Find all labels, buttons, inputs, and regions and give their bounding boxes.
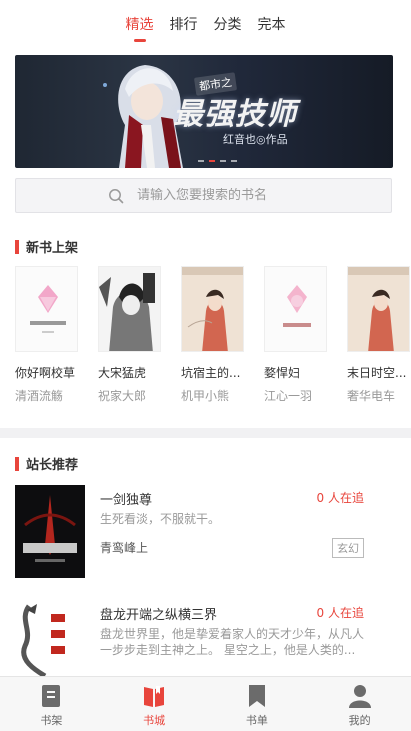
carousel-dot[interactable] — [209, 160, 215, 162]
tab-bookstore[interactable]: 书城 — [103, 677, 206, 731]
search-bar[interactable] — [15, 178, 392, 213]
user-icon — [348, 685, 371, 708]
book-description: 盘龙世界里，他是挚爱着家人的天才少年，从凡人一步步走到主神之上。 星空之上，他是… — [100, 627, 364, 657]
book-description: 生死看淡，不服就干。 — [100, 512, 221, 526]
carousel-dot[interactable] — [231, 160, 237, 162]
tab-booklist[interactable]: 书单 — [206, 677, 309, 731]
top-nav: 精选 排行 分类 完本 — [0, 0, 411, 48]
book-title: 一剑独尊 — [100, 493, 153, 508]
tab-category[interactable]: 分类 — [214, 8, 242, 40]
reader-count: 0 人在追 — [316, 606, 364, 620]
book-cover — [98, 266, 161, 352]
search-input[interactable] — [137, 188, 337, 203]
book-cover — [264, 266, 327, 352]
recommend-item[interactable]: 一剑独尊 0 人在追 生死看淡，不服就干。 青鸾峰上 玄幻 — [15, 485, 396, 580]
tab-featured[interactable]: 精选 — [126, 8, 154, 42]
book-cover — [181, 266, 244, 352]
book-card[interactable]: 婺悍妇 江心一羽 — [264, 266, 327, 411]
book-cover — [347, 266, 410, 352]
bookstore-icon — [144, 686, 165, 707]
carousel-dot[interactable] — [220, 160, 226, 162]
book-title: 婺悍妇 — [264, 366, 301, 380]
section-title: 站长推荐 — [26, 458, 79, 473]
book-author: 清酒流觞 — [15, 389, 64, 403]
book-title: 坑宿主的... — [181, 366, 241, 380]
book-title: 你好啊校草 — [15, 366, 76, 380]
section-title: 新书上架 — [26, 241, 79, 256]
book-author: 机甲小熊 — [181, 389, 230, 403]
section-marker — [15, 239, 19, 254]
book-card[interactable]: 你好啊校草 清酒流觞 — [15, 266, 78, 411]
banner-title: 最强技师 — [173, 97, 297, 132]
book-title: 大宋猛虎 — [98, 366, 147, 380]
tab-label: 书架 — [40, 714, 63, 727]
tab-label: 书单 — [245, 714, 268, 727]
tab-label: 我的 — [348, 714, 371, 727]
section-new-books: 新书上架 — [15, 237, 78, 256]
search-icon — [109, 188, 124, 203]
book-cover — [15, 266, 78, 352]
tab-completed[interactable]: 完本 — [258, 8, 286, 40]
book-card[interactable]: 末日时空... 奢华电车 — [347, 266, 410, 411]
section-divider — [0, 428, 411, 438]
book-title: 盘龙开端之纵横三界 — [100, 608, 218, 623]
book-card[interactable]: 大宋猛虎 祝家大郎 — [98, 266, 161, 411]
reader-count: 0 人在追 — [316, 491, 364, 505]
section-recommend: 站长推荐 — [15, 454, 78, 473]
tab-label: 书城 — [143, 714, 166, 727]
banner-author: 红音也◎作品 — [223, 133, 288, 146]
tab-profile[interactable]: 我的 — [308, 677, 411, 731]
banner-carousel[interactable]: 都市之 最强技师 红音也◎作品 — [15, 55, 393, 168]
tab-ranking[interactable]: 排行 — [170, 8, 198, 40]
book-author: 祝家大郎 — [98, 389, 147, 403]
tab-bookshelf[interactable]: 书架 — [0, 677, 103, 731]
book-author: 青鸾峰上 — [100, 541, 149, 555]
book-author: 奢华电车 — [347, 389, 396, 403]
section-marker — [15, 456, 19, 471]
bottom-tab-bar: 书架 书城 书单 我的 — [0, 676, 411, 731]
booklist-icon — [248, 685, 265, 707]
bookshelf-icon — [42, 685, 61, 707]
carousel-indicator — [198, 160, 237, 162]
carousel-dot[interactable] — [198, 160, 204, 162]
book-card[interactable]: 坑宿主的... 机甲小熊 — [181, 266, 244, 411]
book-author: 江心一羽 — [264, 389, 313, 403]
new-books-list: 你好啊校草 清酒流觞 大宋猛虎 祝家大郎 坑宿主的... 机甲小熊 婺悍妇 江心… — [15, 266, 411, 411]
book-cover — [15, 485, 85, 578]
book-title: 末日时空... — [347, 366, 407, 380]
genre-tag: 玄幻 — [332, 538, 364, 558]
